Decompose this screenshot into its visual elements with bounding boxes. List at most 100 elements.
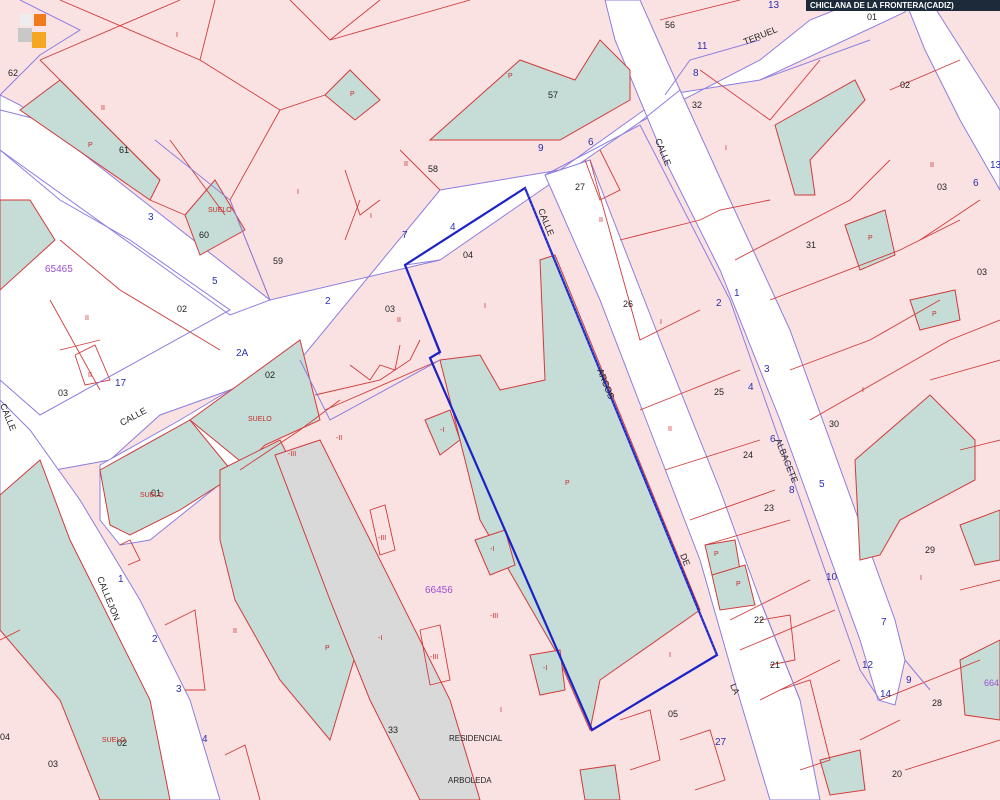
parcel-number: 60 [199, 230, 209, 240]
catastro-logo-icon [18, 14, 46, 48]
door-number: 8 [789, 485, 795, 496]
door-number: 4 [748, 382, 754, 393]
land-use-code: II [404, 161, 408, 168]
land-use-code: II [668, 426, 672, 433]
door-number: 1 [118, 574, 124, 585]
land-use-code: -I [543, 665, 547, 672]
door-number: 6 [588, 137, 594, 148]
parcel-number: 04 [463, 250, 473, 260]
land-use-code: -III [490, 613, 498, 620]
door-number: 2 [716, 298, 722, 309]
door-number: 13 [768, 0, 780, 11]
land-use-code: P [88, 142, 93, 149]
parcel-number: 03 [58, 388, 68, 398]
land-use-code: I [370, 213, 372, 220]
parcel-number: 27 [575, 182, 585, 192]
land-use-code: P [565, 480, 570, 487]
parcel-number: 29 [925, 545, 935, 555]
residencial-label: RESIDENCIAL [449, 734, 503, 743]
door-number: 9 [538, 143, 544, 154]
door-number: 14 [880, 689, 892, 700]
parcel-number: 33 [388, 725, 398, 735]
door-number: 7 [881, 617, 887, 628]
land-use-code: P [714, 551, 719, 558]
land-use-code: I [484, 303, 486, 310]
land-use-code: I [862, 387, 864, 394]
door-number: 3 [176, 684, 182, 695]
land-use-code: II [85, 315, 89, 322]
door-number: 5 [212, 276, 218, 287]
door-number: 3 [764, 364, 770, 375]
land-use-code: P [325, 645, 330, 652]
parcel-number: 20 [892, 769, 902, 779]
land-use-code: I [669, 652, 671, 659]
parcel-number: 61 [119, 145, 129, 155]
land-use-code: I [176, 32, 178, 39]
parcel-number: 59 [273, 256, 283, 266]
land-use-code: II [233, 628, 237, 635]
parcel-number: 02 [900, 80, 910, 90]
parcel-number: 664 [984, 678, 999, 688]
land-use-code: I [660, 319, 662, 326]
parcel-number: 26 [623, 299, 633, 309]
parcel-number: 62 [8, 68, 18, 78]
door-number: 1 [734, 288, 740, 299]
parcel-number: 57 [548, 90, 558, 100]
parcel-number: 28 [932, 698, 942, 708]
land-use-code: I [920, 575, 922, 582]
land-use-code: -I [490, 546, 494, 553]
location-header: CHICLANA DE LA FRONTERA(CADIZ) [806, 0, 1000, 11]
door-number: 4 [450, 222, 456, 233]
land-use-code: I [500, 707, 502, 714]
land-use-code: I [725, 145, 727, 152]
land-use-code: II [930, 162, 934, 169]
land-use-code: II [599, 217, 603, 224]
land-use-code: -I [440, 427, 444, 434]
door-number: 12 [862, 660, 874, 671]
door-number: 3 [148, 212, 154, 223]
parcel-number: 03 [977, 267, 987, 277]
parcel-number: 03 [385, 304, 395, 314]
parcel-number: 32 [692, 100, 702, 110]
land-use-code: -III [288, 451, 296, 458]
parcel-number: 30 [829, 419, 839, 429]
door-number: 6 [770, 434, 776, 445]
parcel-number: 56 [665, 20, 675, 30]
land-use-code: II [101, 105, 105, 112]
parcel-number: 58 [428, 164, 438, 174]
parcel-number: 01 [867, 12, 877, 22]
land-use-code: P [350, 91, 355, 98]
cadastral-map[interactable]: CALLE TERUEL CALLE CALLE ARCOS DE LA ALB… [0, 0, 1000, 800]
parcel-number: 02 [265, 370, 275, 380]
door-number: 2 [152, 634, 158, 645]
land-use-code: SUELO [102, 737, 126, 744]
door-number: 17 [115, 378, 127, 389]
land-use-code: -III [430, 654, 438, 661]
parcel-number: 23 [764, 503, 774, 513]
land-use-code: P [868, 235, 873, 242]
door-number: 8 [693, 68, 699, 79]
arboleda-label: ARBOLEDA [448, 776, 492, 785]
land-use-code: -I [378, 635, 382, 642]
door-number: 11 [697, 41, 708, 52]
parcel-number: 31 [806, 240, 816, 250]
door-number: 4 [202, 734, 208, 745]
door-number: 9 [906, 675, 912, 686]
land-use-code: P [736, 581, 741, 588]
parcel-number: 05 [668, 709, 678, 719]
land-use-code: I [297, 189, 299, 196]
land-use-code: -III [378, 535, 386, 542]
land-use-code: -II [336, 435, 342, 442]
parcel-number: 02 [177, 304, 187, 314]
door-number: 27 [715, 737, 727, 748]
land-use-code: SUELO [248, 416, 272, 423]
door-number: 2 [325, 296, 331, 307]
door-number: 13 [990, 160, 1000, 171]
door-number: 10 [826, 572, 838, 583]
block-id: 65465 [45, 264, 73, 275]
parcel-number: 21 [770, 660, 780, 670]
land-use-code: P [508, 73, 513, 80]
door-number: 7 [402, 230, 408, 241]
door-number: 2A [236, 348, 249, 359]
parcel-number: 24 [743, 450, 753, 460]
